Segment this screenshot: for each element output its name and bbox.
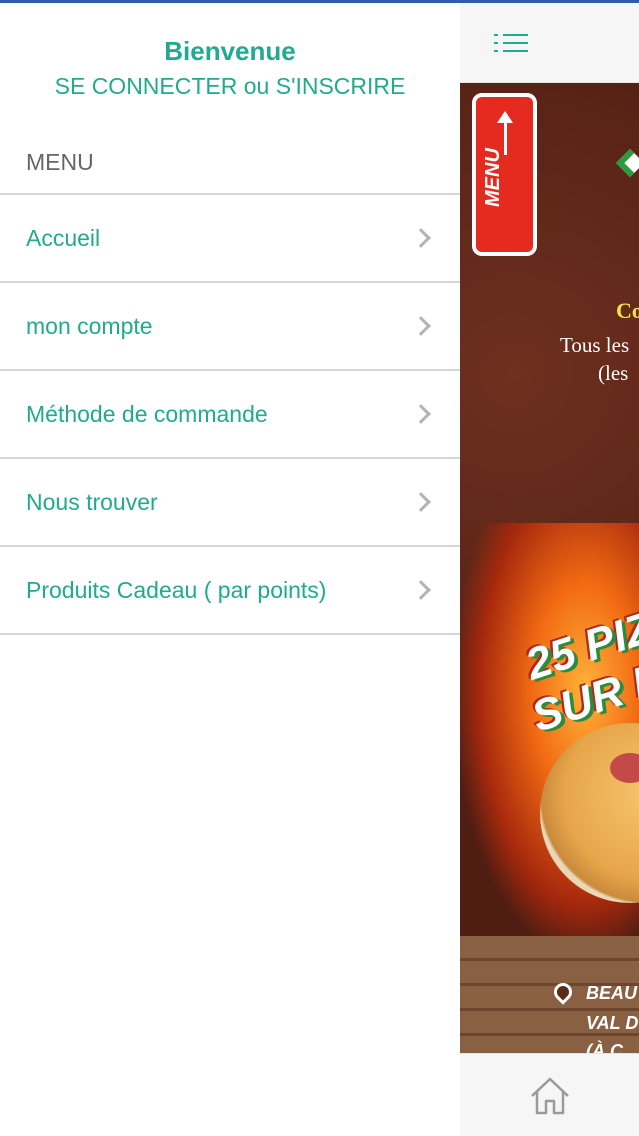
address-line1: BEAU bbox=[586, 983, 638, 1003]
menu-item-mon-compte[interactable]: mon compte bbox=[0, 283, 460, 371]
welcome-title: Bienvenue bbox=[164, 36, 296, 66]
app-header bbox=[460, 3, 639, 83]
menu-badge-text: MENU bbox=[482, 148, 504, 207]
hamburger-line bbox=[503, 50, 528, 52]
navigation-drawer: Bienvenue SE CONNECTER ou S'INSCRIRE MEN… bbox=[0, 3, 460, 1136]
banner-text-line1: Tous les bbox=[560, 333, 630, 357]
menu-section-heading: MENU bbox=[0, 115, 460, 195]
hamburger-icon[interactable] bbox=[494, 31, 528, 55]
promo-banner-image[interactable]: MENU Co Tous les (les 25 PIZ SUR PL BEAU… bbox=[460, 83, 639, 1053]
chevron-right-icon bbox=[411, 228, 431, 248]
menu-item-methode-de-commande[interactable]: Méthode de commande bbox=[0, 371, 460, 459]
banner-text-line2: (les bbox=[598, 361, 629, 385]
bottom-tab-bar bbox=[460, 1053, 639, 1136]
menu-item-nous-trouver[interactable]: Nous trouver bbox=[0, 459, 460, 547]
menu-item-accueil[interactable]: Accueil bbox=[0, 195, 460, 283]
menu-item-label: Produits Cadeau ( par points) bbox=[26, 576, 327, 603]
drawer-header: Bienvenue SE CONNECTER ou S'INSCRIRE bbox=[0, 3, 460, 115]
hamburger-dot bbox=[494, 42, 498, 44]
chevron-right-icon bbox=[411, 580, 431, 600]
menu-item-label: Accueil bbox=[26, 224, 101, 251]
address-line3: (À C bbox=[586, 1041, 623, 1053]
menu-item-label: mon compte bbox=[26, 312, 153, 339]
banner-yellow-text: Co bbox=[616, 298, 639, 323]
login-signup-link[interactable]: SE CONNECTER ou S'INSCRIRE bbox=[0, 73, 460, 100]
hamburger-line bbox=[503, 34, 528, 36]
logo-chevron-icon bbox=[615, 148, 639, 178]
menu-item-produits-cadeau[interactable]: Produits Cadeau ( par points) bbox=[0, 547, 460, 635]
address-line2: VAL D bbox=[586, 1013, 639, 1033]
main-app-view: MENU Co Tous les (les 25 PIZ SUR PL BEAU… bbox=[460, 3, 639, 1136]
chevron-right-icon bbox=[411, 492, 431, 512]
hamburger-dot bbox=[494, 34, 498, 36]
menu-badge: MENU bbox=[472, 93, 537, 256]
menu-item-label: Méthode de commande bbox=[26, 400, 268, 427]
hamburger-dot bbox=[494, 50, 498, 52]
chevron-right-icon bbox=[411, 404, 431, 424]
menu-item-label: Nous trouver bbox=[26, 488, 158, 515]
home-icon[interactable] bbox=[528, 1074, 572, 1118]
chevron-right-icon bbox=[411, 316, 431, 336]
hamburger-line bbox=[503, 42, 528, 44]
salami-topping bbox=[610, 753, 639, 783]
